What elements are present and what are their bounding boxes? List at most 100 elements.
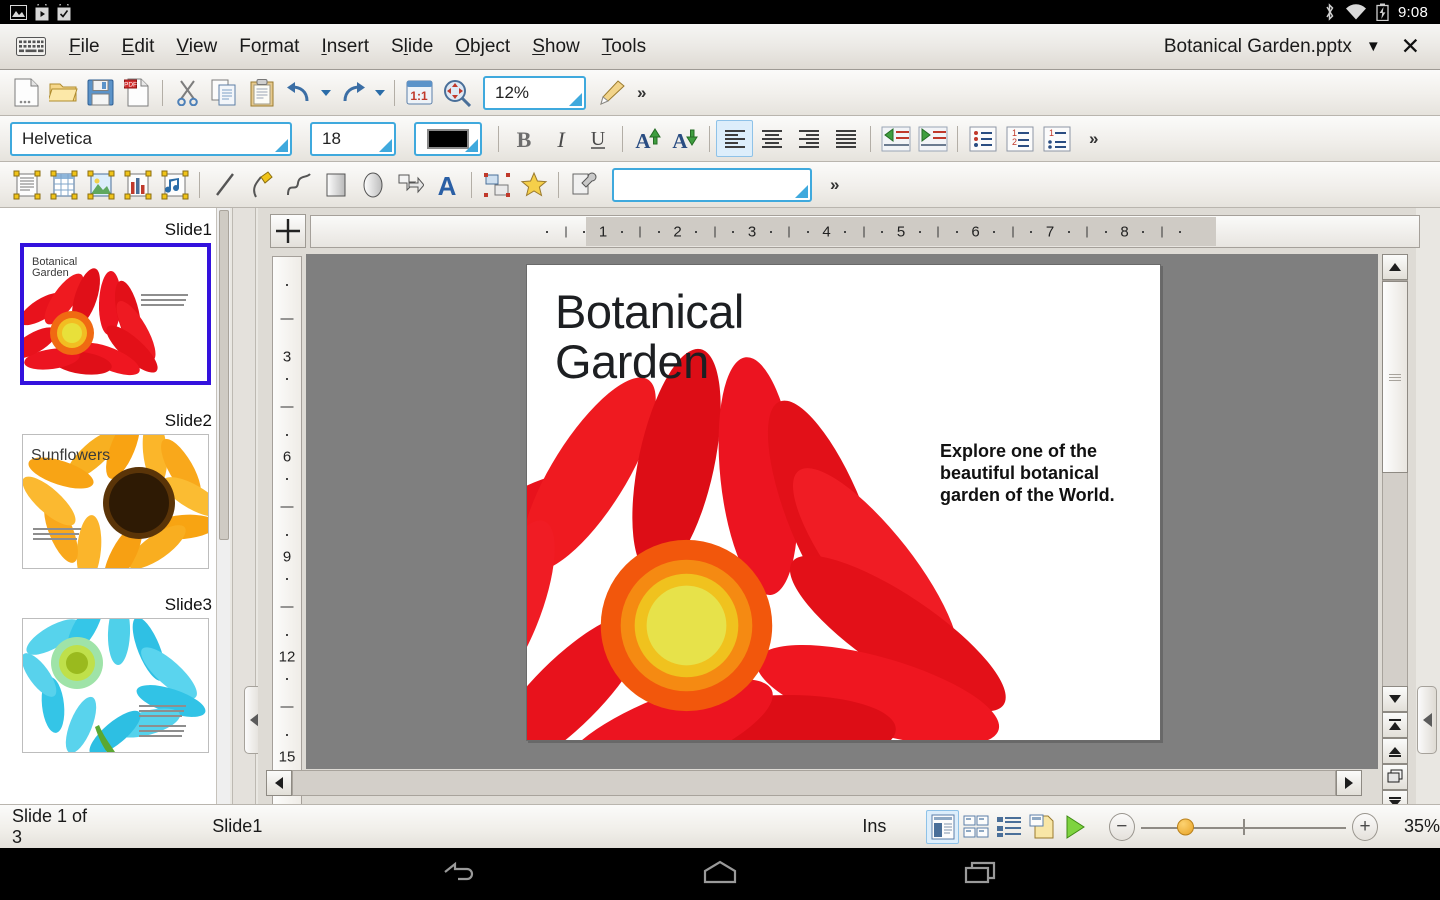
- font-size-field[interactable]: 18: [310, 122, 396, 156]
- back-button[interactable]: [439, 858, 479, 891]
- insert-mode-text[interactable]: Ins: [862, 816, 886, 837]
- slide-1-thumbnail[interactable]: Botanical Garden: [20, 243, 211, 385]
- shape-tools-icon[interactable]: [565, 166, 602, 203]
- first-slide-button[interactable]: [1382, 712, 1408, 738]
- close-icon[interactable]: ✕: [1395, 35, 1426, 58]
- slide-panel-item-3[interactable]: Slide3: [0, 595, 230, 753]
- cut-scissors-icon[interactable]: [169, 74, 206, 111]
- copy-icon[interactable]: [206, 74, 243, 111]
- recents-button[interactable]: [961, 858, 1001, 891]
- insert-chart-icon[interactable]: [119, 166, 156, 203]
- drawing-toolbar-overflow-icon[interactable]: »: [822, 175, 847, 195]
- clone-formatting-brush-icon[interactable]: [592, 74, 629, 111]
- editor-horizontal-scrollbar[interactable]: [266, 770, 1362, 796]
- curve-tool-icon[interactable]: [280, 166, 317, 203]
- promote-outline-icon[interactable]: [877, 120, 914, 157]
- shape-style-field[interactable]: [612, 168, 812, 202]
- undo-arrow-icon[interactable]: [280, 74, 317, 111]
- insert-table-icon[interactable]: [45, 166, 82, 203]
- save-icon[interactable]: [82, 74, 119, 111]
- slide-sorter-view-icon[interactable]: [959, 810, 992, 844]
- zoom-out-button[interactable]: −: [1109, 813, 1135, 841]
- zoom-percent-text[interactable]: 35%: [1404, 816, 1440, 837]
- demote-outline-icon[interactable]: [914, 120, 951, 157]
- scroll-up-button[interactable]: [1382, 254, 1408, 280]
- increase-font-size-icon[interactable]: A: [629, 120, 666, 157]
- slide-panel-scroll-thumb[interactable]: [219, 210, 229, 540]
- shape-style-dropdown-corner-icon[interactable]: [795, 185, 808, 198]
- slide-3-thumbnail[interactable]: [22, 618, 209, 753]
- bullet-list-icon[interactable]: [964, 120, 1001, 157]
- ruler-origin-button[interactable]: [270, 214, 306, 248]
- menu-item-view[interactable]: View: [165, 32, 228, 62]
- slide-title-text[interactable]: Botanical Garden: [555, 287, 744, 387]
- numbered-list-icon[interactable]: 1 2: [1001, 120, 1038, 157]
- zoom-100-icon[interactable]: 1:1: [401, 74, 438, 111]
- ellipse-tool-icon[interactable]: [354, 166, 391, 203]
- keyboard-icon[interactable]: [12, 34, 50, 60]
- chevron-down-icon[interactable]: ▼: [1366, 38, 1381, 55]
- menu-item-tools[interactable]: Tools: [591, 32, 657, 62]
- outline-list-icon[interactable]: 1: [1038, 120, 1075, 157]
- zoom-dropdown-corner-icon[interactable]: [569, 93, 582, 106]
- menu-item-object[interactable]: Object: [444, 32, 521, 62]
- basic-shapes-icon[interactable]: [391, 166, 428, 203]
- align-center-icon[interactable]: [753, 120, 790, 157]
- slide-master-button[interactable]: [1382, 764, 1408, 790]
- zoom-value-field[interactable]: 12%: [483, 76, 586, 110]
- slide-panel[interactable]: Slide1: [0, 208, 230, 804]
- font-color-field[interactable]: [414, 122, 482, 156]
- menu-item-edit[interactable]: Edit: [111, 32, 166, 62]
- formatting-toolbar-overflow-icon[interactable]: »: [1081, 129, 1106, 149]
- slide-2-thumbnail[interactable]: Sunflowers: [22, 434, 209, 569]
- scroll-down-button[interactable]: [1382, 686, 1408, 712]
- insert-image-icon[interactable]: [82, 166, 119, 203]
- underline-button[interactable]: U: [579, 120, 616, 157]
- paste-clipboard-icon[interactable]: [243, 74, 280, 111]
- horizontal-ruler[interactable]: 12345678: [310, 215, 1420, 248]
- slide-body-text[interactable]: Explore one of the beautiful botanical g…: [940, 440, 1135, 506]
- line-tool-icon[interactable]: [206, 166, 243, 203]
- font-name-field[interactable]: Helvetica: [10, 122, 292, 156]
- menu-item-insert[interactable]: Insert: [310, 32, 380, 62]
- zoom-slider[interactable]: [1135, 810, 1352, 844]
- decrease-font-size-icon[interactable]: A: [666, 120, 703, 157]
- menu-item-show[interactable]: Show: [521, 32, 591, 62]
- insert-text-box-icon[interactable]: [8, 166, 45, 203]
- align-left-icon[interactable]: [716, 120, 753, 157]
- standard-toolbar-overflow-icon[interactable]: »: [629, 83, 654, 103]
- previous-slide-button[interactable]: [1382, 738, 1408, 764]
- current-slide[interactable]: Botanical Garden Explore one of the beau…: [526, 264, 1161, 741]
- undo-dropdown-icon[interactable]: [317, 78, 334, 108]
- align-objects-icon[interactable]: [478, 166, 515, 203]
- align-justify-icon[interactable]: [827, 120, 864, 157]
- bold-button[interactable]: B: [505, 120, 542, 157]
- redo-arrow-icon[interactable]: [334, 74, 371, 111]
- slide-panel-scrollbar[interactable]: [216, 208, 230, 804]
- font-name-dropdown-corner-icon[interactable]: [275, 139, 288, 152]
- italic-button[interactable]: I: [542, 120, 579, 157]
- zoom-slider-handle[interactable]: [1177, 818, 1194, 835]
- collapse-sidebar-handle[interactable]: [1417, 686, 1437, 754]
- freeform-line-icon[interactable]: [243, 166, 280, 203]
- redo-dropdown-icon[interactable]: [371, 78, 388, 108]
- rectangle-tool-icon[interactable]: [317, 166, 354, 203]
- horizontal-scroll-track[interactable]: [292, 770, 1336, 796]
- fontwork-icon[interactable]: A: [428, 166, 465, 203]
- font-size-dropdown-corner-icon[interactable]: [379, 139, 392, 152]
- zoom-magnifier-icon[interactable]: [438, 74, 475, 111]
- zoom-in-button[interactable]: +: [1352, 813, 1378, 841]
- outline-view-icon[interactable]: [992, 810, 1025, 844]
- menu-item-slide[interactable]: Slide: [380, 32, 444, 62]
- align-right-icon[interactable]: [790, 120, 827, 157]
- export-pdf-icon[interactable]: PDF: [119, 74, 156, 111]
- home-button[interactable]: [699, 858, 741, 891]
- stars-shapes-icon[interactable]: [515, 166, 552, 203]
- insert-media-icon[interactable]: [156, 166, 193, 203]
- menu-item-format[interactable]: Format: [228, 32, 310, 62]
- scroll-right-button[interactable]: [1336, 770, 1362, 796]
- vertical-scroll-thumb[interactable]: [1382, 281, 1408, 473]
- notes-view-icon[interactable]: [1025, 810, 1058, 844]
- font-color-dropdown-corner-icon[interactable]: [465, 139, 478, 152]
- start-slideshow-icon[interactable]: [1058, 810, 1091, 844]
